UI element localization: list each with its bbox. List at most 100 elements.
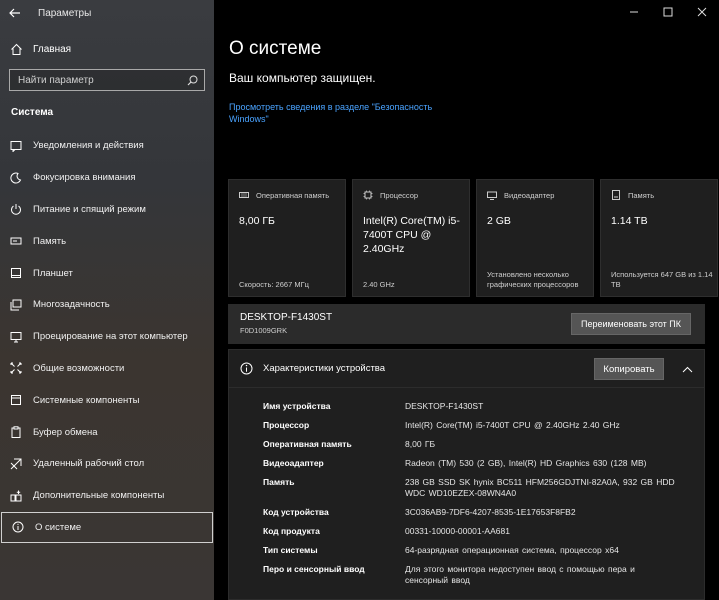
spec-key: Перо и сенсорный ввод <box>263 564 365 574</box>
security-details-link[interactable]: Просмотреть сведения в разделе "Безопасн… <box>229 101 459 125</box>
rename-pc-button[interactable]: Переименовать этот ПК <box>571 313 691 335</box>
card-title: Оперативная память <box>256 190 330 200</box>
sidebar-item-label: Память <box>33 235 67 247</box>
sidebar-item-focus-assist[interactable]: Фокусировка внимания <box>0 162 214 194</box>
device-name-panel: DESKTOP-F1430ST F0D1009GRK Переименовать… <box>228 304 705 344</box>
spec-row: Оперативная память 8,00 ГБ <box>263 439 683 450</box>
search-icon[interactable] <box>187 75 198 86</box>
sidebar-item-label: Уведомления и действия <box>33 140 144 152</box>
nav-home-label: Главная <box>33 43 72 55</box>
sidebar-item-multitasking[interactable]: Многозадачность <box>0 289 214 321</box>
sidebar-item-label: Удаленный рабочий стол <box>33 458 145 470</box>
gpu-icon <box>487 190 497 200</box>
clipboard-icon <box>9 425 23 439</box>
cpu-card: Процессор Intel(R) Core(TM) i5-7400T CPU… <box>352 179 470 297</box>
specs-table: Имя устройства DESKTOP-F1430ST Процессор I… <box>263 401 683 594</box>
sidebar-item-tablet[interactable]: Планшет <box>0 257 214 289</box>
info-icon <box>11 520 25 534</box>
device-specs-header[interactable]: Характеристики устройства Копировать <box>229 350 704 388</box>
tablet-icon <box>9 266 23 280</box>
card-title: Память <box>628 190 655 200</box>
sidebar: Параметры Главная Система Уведомления и … <box>0 0 214 600</box>
card-value: 2 GB <box>487 215 511 227</box>
spec-value: 3C036AB9-7DF6-4207-8535-1E17653F8FB2 <box>405 507 576 517</box>
info-icon <box>239 362 253 376</box>
ram-icon <box>239 190 249 200</box>
spec-value: Radeon (TM) 530 (2 GB), Intel(R) HD Grap… <box>405 458 647 468</box>
spec-value: Intel(R) Core(TM) i5-7400T CPU @ 2.40GHz… <box>405 420 620 430</box>
main-content: О системе Ваш компьютер защищен. Просмот… <box>214 0 719 600</box>
optional-features-icon <box>9 489 23 503</box>
back-button[interactable] <box>0 0 30 26</box>
device-name: DESKTOP-F1430ST <box>240 312 333 323</box>
back-arrow-icon <box>9 8 20 18</box>
minimize-button[interactable] <box>617 0 651 24</box>
spec-key: Оперативная память <box>263 439 352 449</box>
nav-home[interactable]: Главная <box>0 38 214 60</box>
sidebar-item-label: Планшет <box>33 267 73 279</box>
card-footnote: Скорость: 2667 МГц <box>239 280 309 289</box>
sidebar-item-storage[interactable]: Память <box>0 225 214 257</box>
search-input[interactable] <box>18 74 178 86</box>
sidebar-item-label: Общие возможности <box>33 362 125 374</box>
protection-status: Ваш компьютер защищен. <box>229 71 376 85</box>
sidebar-item-optional-features[interactable]: Дополнительные компоненты <box>0 480 214 512</box>
search-box[interactable] <box>9 69 205 91</box>
card-footnote: Установлено несколько графических процес… <box>487 270 579 289</box>
moon-icon <box>9 171 23 185</box>
spec-value: Для этого монитора недоступен ввод с пом… <box>405 564 635 585</box>
projection-icon <box>9 330 23 344</box>
shared-experiences-icon <box>9 361 23 375</box>
sidebar-item-system-components[interactable]: Системные компоненты <box>0 384 214 416</box>
sidebar-item-notifications[interactable]: Уведомления и действия <box>0 130 214 162</box>
sidebar-item-power[interactable]: Питание и спящий режим <box>0 194 214 226</box>
spec-key: Видеоадаптер <box>263 458 324 468</box>
system-components-icon <box>9 393 23 407</box>
device-serial: F0D1009GRK <box>240 326 288 335</box>
maximize-icon <box>663 7 673 17</box>
app-title: Параметры <box>38 7 92 19</box>
page-title: О системе <box>229 38 322 59</box>
card-value: 1.14 TB <box>611 215 648 227</box>
remote-desktop-icon <box>9 457 23 471</box>
copy-button[interactable]: Копировать <box>594 358 664 380</box>
sidebar-item-shared-experiences[interactable]: Общие возможности <box>0 353 214 385</box>
card-footnote: Используется 647 GB из 1.14 TB <box>611 270 713 289</box>
spec-row: Имя устройства DESKTOP-F1430ST <box>263 401 683 412</box>
card-footnote: 2.40 GHz <box>363 280 395 289</box>
gpu-card: Видеоадаптер 2 GB Установлено несколько … <box>476 179 594 297</box>
spec-row: Память 238 GB SSD SK hynix BC511 HFM256GD… <box>263 477 683 499</box>
spec-value: 00331-10000-00001-AA681 <box>405 526 510 536</box>
section-title: Система <box>11 107 54 118</box>
spec-row: Видеоадаптер Radeon (TM) 530 (2 GB), Inte… <box>263 458 683 469</box>
nav-list: Уведомления и действия Фокусировка внима… <box>0 130 214 544</box>
sidebar-item-remote-desktop[interactable]: Удаленный рабочий стол <box>0 448 214 480</box>
sidebar-item-label: Многозадачность <box>33 299 110 311</box>
sidebar-item-label: О системе <box>35 521 82 533</box>
window-controls <box>617 0 719 24</box>
storage-icon <box>9 234 23 248</box>
card-value: 8,00 ГБ <box>239 215 275 227</box>
spec-key: Тип системы <box>263 545 318 555</box>
home-icon <box>9 42 23 56</box>
spec-value: 238 GB SSD SK hynix BC511 HFM256GDJTNI-8… <box>405 477 675 498</box>
cpu-icon <box>363 190 373 200</box>
spec-row: Процессор Intel(R) Core(TM) i5-7400T CPU … <box>263 420 683 431</box>
minimize-icon <box>630 11 638 13</box>
disk-icon <box>611 190 621 200</box>
maximize-button[interactable] <box>651 0 685 24</box>
chevron-up-icon[interactable] <box>680 362 694 376</box>
close-button[interactable] <box>685 0 719 24</box>
sidebar-item-projection[interactable]: Проецирование на этот компьютер <box>0 321 214 353</box>
sidebar-item-label: Питание и спящий режим <box>33 203 146 215</box>
close-icon <box>697 7 707 17</box>
card-value: Intel(R) Core(TM) i5-7400T CPU @ 2.40GHz <box>363 215 460 255</box>
power-icon <box>9 202 23 216</box>
sidebar-item-label: Буфер обмена <box>33 426 98 438</box>
sidebar-item-clipboard[interactable]: Буфер обмена <box>0 416 214 448</box>
sidebar-item-label: Системные компоненты <box>33 394 140 406</box>
multitasking-icon <box>9 298 23 312</box>
spec-row: Код устройства 3C036AB9-7DF6-4207-8535-1E… <box>263 507 683 518</box>
summary-cards: Оперативная память 8,00 ГБ Скорость: 266… <box>228 179 718 297</box>
sidebar-item-about[interactable]: О системе <box>1 511 213 544</box>
